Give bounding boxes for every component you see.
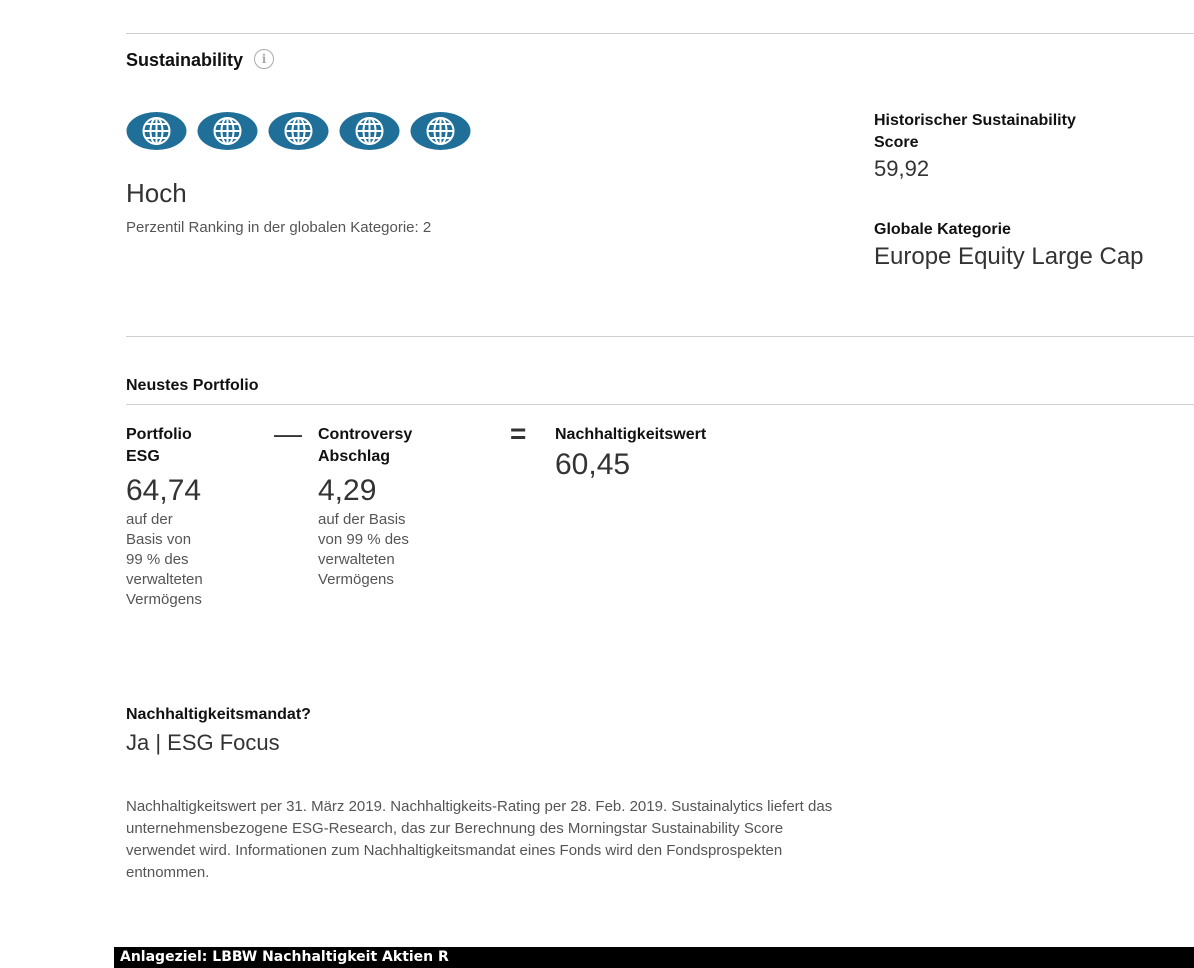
result-value: 60,45 (555, 448, 631, 481)
info-icon[interactable]: i (254, 49, 275, 70)
controversy-desc: auf der Basis von 99 % des verwalteten V… (318, 510, 478, 590)
sustainability-title: Sustainability (126, 50, 244, 70)
portfolio-divider (126, 404, 1194, 405)
desc-line: auf der (126, 511, 173, 528)
footnote-line: verwendet wird. Informationen zum Nachha… (126, 842, 783, 859)
portfolio-esg-block: Portfolio ESG 64,74 auf der Basis von 99… (126, 424, 266, 610)
historic-score-value: 59,92 (874, 156, 930, 181)
desc-line: Vermögens (126, 591, 202, 608)
controversy-value: 4,29 (318, 474, 377, 507)
globe-rating (126, 111, 471, 151)
equals-operator: = (510, 418, 527, 449)
footnote: Nachhaltigkeitswert per 31. März 2019. N… (126, 796, 1194, 884)
percentile-text: Perzentil Ranking in der globalen Katego… (126, 219, 432, 236)
globe-icon (268, 112, 329, 150)
globe-icon (197, 112, 258, 150)
rating-text: Hoch (126, 178, 187, 208)
portfolio-title: Neustes Portfolio (126, 377, 259, 394)
controversy-label-2: Abschlag (318, 448, 391, 465)
sustainability-heading: Sustainability i (126, 49, 275, 71)
historic-score-label-2: Score (874, 134, 919, 151)
desc-line: verwalteten (126, 571, 203, 588)
investment-objective-bar: Anlageziel: LBBW Nachhaltigkeit Aktien R (114, 947, 1194, 968)
desc-line: Basis von (126, 531, 192, 548)
footnote-line: unternehmensbezogene ESG-Research, das z… (126, 820, 784, 837)
footnote-line: Nachhaltigkeitswert per 31. März 2019. N… (126, 798, 833, 815)
footnote-line: entnommen. (126, 864, 210, 881)
mandate-value: Ja | ESG Focus (126, 730, 280, 755)
result-label: Nachhaltigkeitswert (555, 426, 707, 443)
globe-icon (410, 112, 471, 150)
portfolio-esg-label-1: Portfolio (126, 426, 192, 443)
top-divider (126, 33, 1194, 34)
historic-score-label-1: Historischer Sustainability (874, 112, 1076, 129)
desc-line: Vermögens (318, 571, 394, 588)
globe-icon (339, 112, 400, 150)
controversy-label-1: Controversy (318, 426, 413, 443)
portfolio-esg-desc: auf der Basis von 99 % des verwalteten V… (126, 510, 266, 610)
globe-icon (126, 112, 187, 150)
controversy-block: Controversy Abschlag 4,29 auf der Basis … (318, 424, 478, 590)
result-block: Nachhaltigkeitswert 60,45 (555, 424, 706, 482)
category-label: Globale Kategorie (874, 221, 1011, 238)
portfolio-esg-label-2: ESG (126, 448, 160, 465)
mandate-block: Nachhaltigkeitsmandat? Ja | ESG Focus (126, 704, 311, 756)
desc-line: von 99 % des (318, 531, 409, 548)
desc-line: verwalteten (318, 551, 395, 568)
portfolio-esg-value: 64,74 (126, 474, 202, 507)
historic-score-block: Historischer Sustainability Score 59,92 (874, 110, 1076, 182)
desc-line: auf der Basis (318, 511, 406, 528)
middle-divider (126, 336, 1194, 337)
desc-line: 99 % des (126, 551, 189, 568)
minus-operator: — (274, 418, 302, 449)
category-value: Europe Equity Large Cap (874, 243, 1144, 270)
mandate-label: Nachhaltigkeitsmandat? (126, 706, 311, 723)
category-block: Globale Kategorie Europe Equity Large Ca… (874, 219, 1144, 271)
